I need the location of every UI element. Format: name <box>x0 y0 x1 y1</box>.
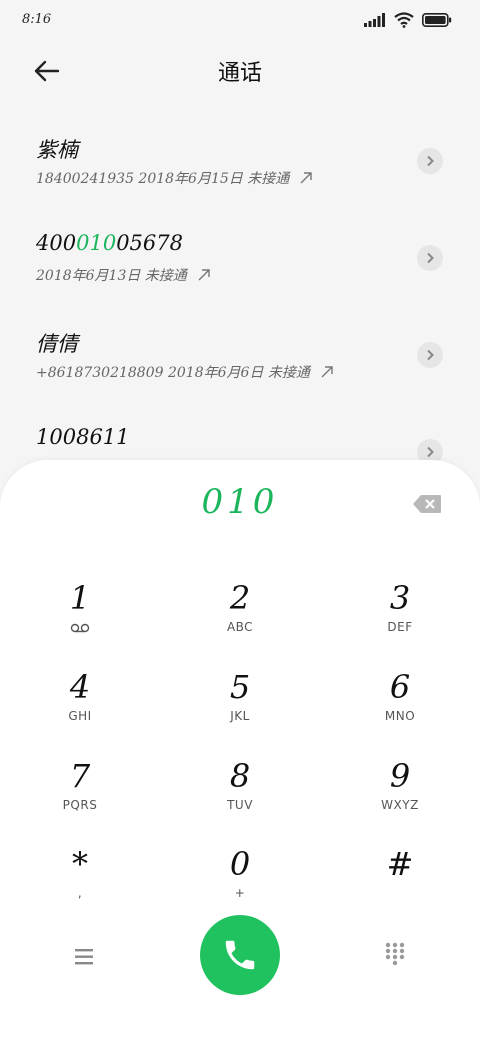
call-name-text: 400 <box>36 231 77 255</box>
key-5[interactable]: 5 JKL <box>160 667 320 755</box>
call-name-text: 紫楠 <box>36 138 78 162</box>
key-4[interactable]: 4 GHI <box>0 667 160 755</box>
dialed-number: 010 <box>201 482 279 522</box>
phone-icon <box>225 940 255 970</box>
call-item[interactable]: 倩倩 +8618730218809 2018年6月6日 未接通 <box>0 306 480 403</box>
chevron-right-icon <box>427 155 434 167</box>
key-8[interactable]: 8 TUV <box>160 756 320 844</box>
dialer-bottom-bar <box>0 915 480 1005</box>
keypad-icon <box>385 942 405 966</box>
key-letters: PQRS <box>62 798 98 812</box>
title-bar: 通话 <box>0 45 480 95</box>
key-2[interactable]: 2 ABC <box>160 578 320 666</box>
key-digit: * <box>72 845 88 883</box>
key-letters: WXYZ <box>381 798 419 812</box>
menu-icon <box>75 949 93 965</box>
backspace-button[interactable] <box>412 494 442 514</box>
call-list: 紫楠 18400241935 2018年6月15日 未接通 4000100567… <box>0 112 480 500</box>
chevron-right-icon <box>427 446 434 458</box>
call-item[interactable]: 紫楠 18400241935 2018年6月15日 未接通 <box>0 112 480 209</box>
call-name-text: 倩倩 <box>36 332 78 356</box>
call-detail-button[interactable] <box>417 342 443 368</box>
key-letters: MNO <box>384 709 416 723</box>
key-6[interactable]: 6 MNO <box>320 667 480 755</box>
key-digit: 5 <box>229 668 251 706</box>
dialpad-sheet: 010 1 2 ABC 3 DEF 4 GHI 5 JKL 6 MNO 7 PQ… <box>0 460 480 1040</box>
call-detail-text: 18400241935 2018年6月15日 未接通 <box>36 171 290 187</box>
key-letters: GHI <box>68 709 92 723</box>
key-digit: 9 <box>389 757 411 795</box>
key-9[interactable]: 9 WXYZ <box>320 756 480 844</box>
status-icons <box>364 12 452 28</box>
status-bar: 8:16 <box>0 0 480 40</box>
key-digit: 3 <box>389 579 411 617</box>
key-digit: # <box>386 845 414 883</box>
menu-button[interactable] <box>72 945 98 969</box>
status-time: 8:16 <box>22 12 52 27</box>
key-1[interactable]: 1 <box>0 578 160 666</box>
call-name: 40001005678 <box>36 231 183 255</box>
call-name: 倩倩 <box>36 328 78 358</box>
key-7[interactable]: 7 PQRS <box>0 756 160 844</box>
key-letters: ABC <box>226 620 254 634</box>
voicemail-icon <box>70 623 90 633</box>
outgoing-call-icon <box>198 269 210 281</box>
chevron-right-icon <box>427 349 434 361</box>
call-detail-text: +8618730218809 2018年6月6日 未接通 <box>36 365 310 381</box>
outgoing-call-icon <box>321 366 333 378</box>
call-name-text: 1008611 <box>36 425 130 449</box>
chevron-right-icon <box>427 252 434 264</box>
backspace-icon <box>413 495 441 513</box>
call-detail: 18400241935 2018年6月15日 未接通 <box>36 168 313 188</box>
call-detail: 2018年6月13日 未接通 <box>36 265 211 285</box>
call-detail-text: 2018年6月13日 未接通 <box>36 268 187 284</box>
key-digit: 7 <box>69 757 91 795</box>
outgoing-call-icon <box>300 172 312 184</box>
page-title: 通话 <box>217 61 262 86</box>
key-3[interactable]: 3 DEF <box>320 578 480 666</box>
key-digit: 2 <box>229 579 251 617</box>
key-digit: 8 <box>229 757 251 795</box>
call-detail-button[interactable] <box>417 245 443 271</box>
call-name-text: 05678 <box>116 231 183 255</box>
call-detail: +8618730218809 2018年6月6日 未接通 <box>36 362 334 382</box>
key-letters: TUV <box>227 798 253 812</box>
call-item[interactable]: 40001005678 2018年6月13日 未接通 <box>0 209 480 306</box>
keypad-toggle-button[interactable] <box>384 941 406 967</box>
key-digit: 1 <box>69 579 91 617</box>
key-letters: DEF <box>387 620 413 634</box>
call-button[interactable] <box>200 915 280 995</box>
key-digit: 4 <box>69 668 91 706</box>
signal-icon <box>364 13 385 27</box>
call-name: 紫楠 <box>36 134 78 164</box>
key-letters: JKL <box>230 709 250 723</box>
key-letters: , <box>77 886 83 900</box>
call-name: 1008611 <box>36 425 130 449</box>
key-digit: 0 <box>229 845 251 883</box>
key-digit: 6 <box>389 668 411 706</box>
key-letters: + <box>234 886 246 900</box>
wifi-icon <box>394 12 414 28</box>
call-detail-button[interactable] <box>417 148 443 174</box>
battery-icon <box>422 13 452 27</box>
call-name-highlight: 010 <box>76 231 117 255</box>
